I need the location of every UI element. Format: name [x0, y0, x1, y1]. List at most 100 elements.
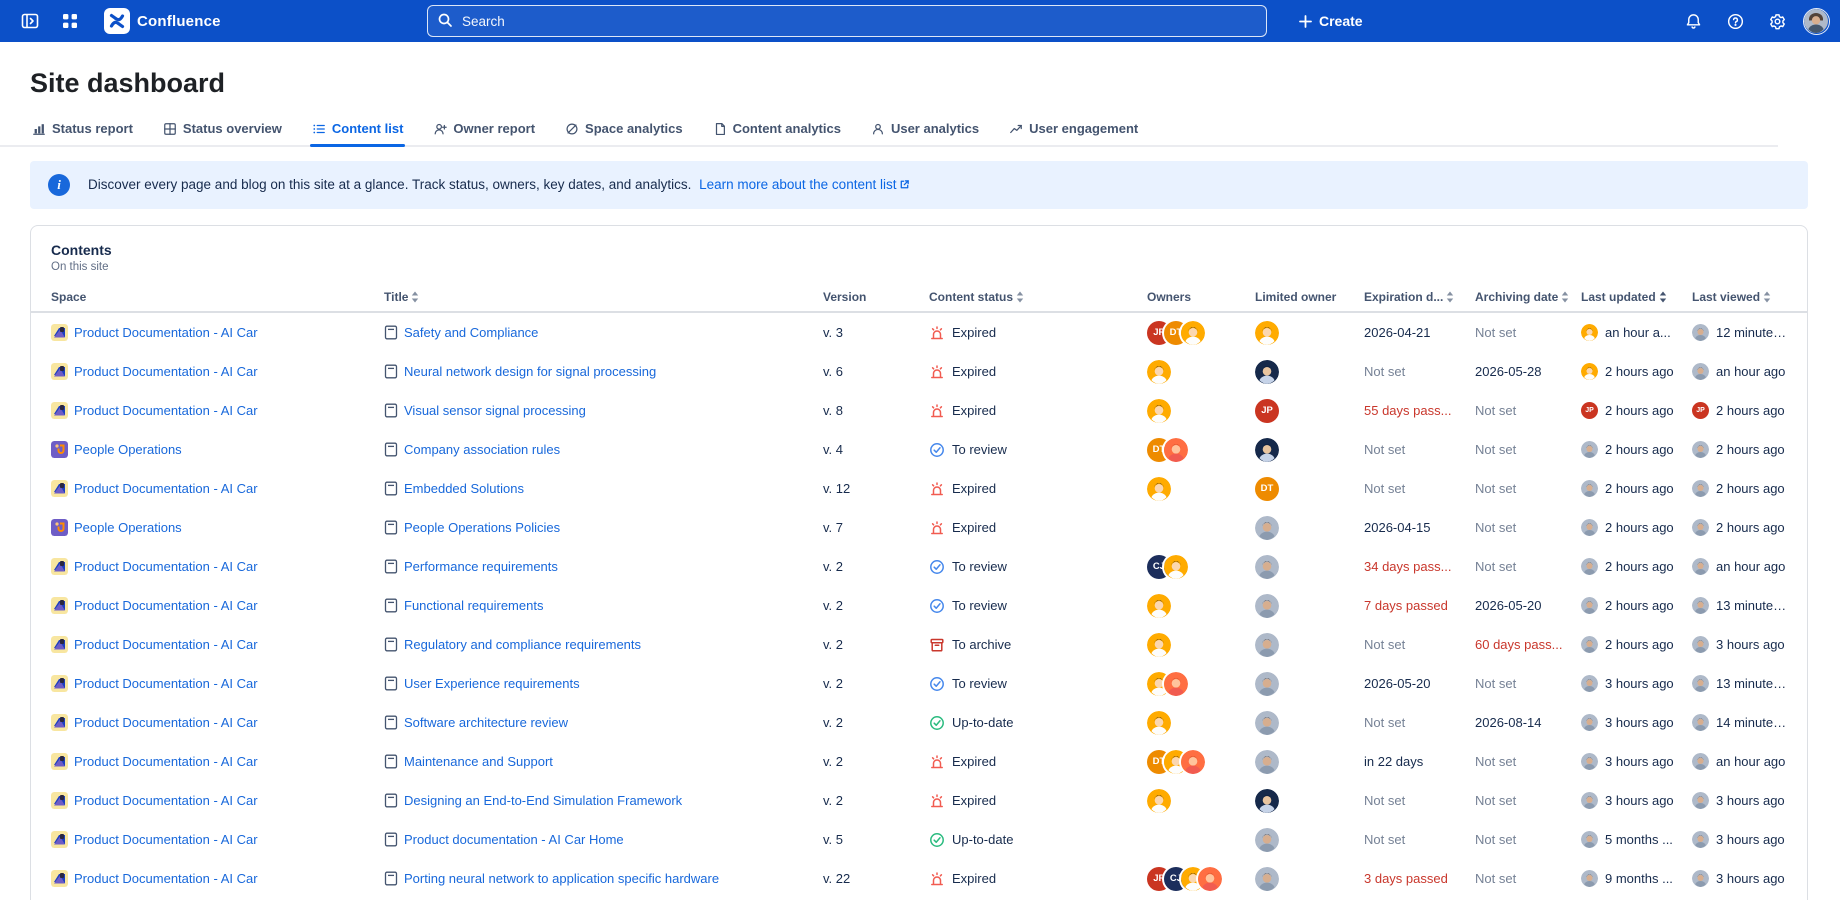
avatar-dt[interactable]: DT [1255, 477, 1279, 501]
avatar-navy[interactable] [1255, 438, 1279, 462]
tab-space-analytics[interactable]: Space analytics [563, 117, 685, 145]
avatar-photo[interactable] [1581, 753, 1598, 770]
avatar-photo[interactable] [1692, 558, 1709, 575]
avatar-photo[interactable] [1255, 750, 1279, 774]
avatar-photo[interactable] [1692, 753, 1709, 770]
avatar-photo[interactable] [1255, 633, 1279, 657]
page-title-link[interactable]: Designing an End-to-End Simulation Frame… [384, 793, 682, 808]
column-header-title[interactable]: Title [384, 290, 823, 304]
avatar-orange[interactable] [1147, 711, 1171, 735]
space-link[interactable]: Product Documentation - AI Car [51, 753, 258, 770]
space-link[interactable]: People Operations [51, 441, 182, 458]
avatar-photo[interactable] [1581, 831, 1598, 848]
create-button[interactable]: Create [1288, 5, 1373, 37]
avatar-photo[interactable] [1692, 792, 1709, 809]
help-icon[interactable] [1719, 5, 1751, 37]
space-link[interactable]: Product Documentation - AI Car [51, 792, 258, 809]
tab-status-report[interactable]: Status report [30, 117, 135, 145]
avatar-photo[interactable] [1692, 519, 1709, 536]
space-link[interactable]: Product Documentation - AI Car [51, 324, 258, 341]
page-title-link[interactable]: Porting neural network to application sp… [384, 871, 719, 886]
avatar-jp[interactable]: JP [1692, 402, 1709, 419]
avatar-photo[interactable] [1581, 597, 1598, 614]
page-title-link[interactable]: Maintenance and Support [384, 754, 553, 769]
column-header-content-status[interactable]: Content status [929, 290, 1147, 304]
page-title-link[interactable]: People Operations Policies [384, 520, 560, 535]
avatar-photo[interactable] [1255, 555, 1279, 579]
column-header-last-updated[interactable]: Last updated [1581, 290, 1692, 304]
page-title-link[interactable]: Product documentation - AI Car Home [384, 832, 624, 847]
space-link[interactable]: Product Documentation - AI Car [51, 480, 258, 497]
avatar-orange[interactable] [1147, 789, 1171, 813]
avatar-red[interactable] [1198, 867, 1222, 891]
avatar-photo[interactable] [1581, 441, 1598, 458]
avatar-photo[interactable] [1581, 792, 1598, 809]
avatar-navy[interactable] [1255, 360, 1279, 384]
avatar-photo[interactable] [1692, 636, 1709, 653]
avatar-photo[interactable] [1581, 519, 1598, 536]
avatar-photo[interactable] [1692, 714, 1709, 731]
space-link[interactable]: People Operations [51, 519, 182, 536]
page-title-link[interactable]: Company association rules [384, 442, 560, 457]
space-link[interactable]: Product Documentation - AI Car [51, 714, 258, 731]
search-input[interactable] [427, 5, 1267, 37]
page-title-link[interactable]: User Experience requirements [384, 676, 580, 691]
space-link[interactable]: Product Documentation - AI Car [51, 831, 258, 848]
space-link[interactable]: Product Documentation - AI Car [51, 558, 258, 575]
avatar-photo[interactable] [1692, 675, 1709, 692]
confluence-logo[interactable]: Confluence [104, 8, 221, 34]
avatar-photo[interactable] [1692, 597, 1709, 614]
avatar-photo[interactable] [1255, 867, 1279, 891]
page-title-link[interactable]: Neural network design for signal process… [384, 364, 656, 379]
avatar-photo[interactable] [1692, 480, 1709, 497]
avatar-photo[interactable] [1692, 831, 1709, 848]
sidebar-expand-icon[interactable] [14, 5, 46, 37]
avatar-photo[interactable] [1255, 594, 1279, 618]
avatar-red[interactable] [1164, 438, 1188, 462]
column-header-last-viewed[interactable]: Last viewed [1692, 290, 1788, 304]
page-title-link[interactable]: Software architecture review [384, 715, 568, 730]
tab-content-analytics[interactable]: Content analytics [711, 117, 843, 145]
space-link[interactable]: Product Documentation - AI Car [51, 402, 258, 419]
page-title-link[interactable]: Regulatory and compliance requirements [384, 637, 641, 652]
avatar-jp[interactable]: JP [1581, 402, 1598, 419]
avatar-orange[interactable] [1581, 363, 1598, 380]
page-title-link[interactable]: Embedded Solutions [384, 481, 524, 496]
space-link[interactable]: Product Documentation - AI Car [51, 636, 258, 653]
learn-more-link[interactable]: Learn more about the content list [699, 177, 910, 192]
avatar-photo[interactable] [1581, 714, 1598, 731]
avatar-orange[interactable] [1147, 594, 1171, 618]
avatar-orange[interactable] [1147, 399, 1171, 423]
avatar-photo[interactable] [1692, 324, 1709, 341]
avatar-orange[interactable] [1147, 360, 1171, 384]
avatar-orange[interactable] [1255, 321, 1279, 345]
avatar-photo[interactable] [1581, 480, 1598, 497]
tab-user-analytics[interactable]: User analytics [869, 117, 981, 145]
avatar-photo[interactable] [1255, 711, 1279, 735]
tab-user-engagement[interactable]: User engagement [1007, 117, 1140, 145]
avatar-orange[interactable] [1164, 555, 1188, 579]
avatar-jp[interactable]: JP [1255, 399, 1279, 423]
avatar-photo[interactable] [1581, 636, 1598, 653]
space-link[interactable]: Product Documentation - AI Car [51, 870, 258, 887]
avatar-red[interactable] [1181, 750, 1205, 774]
avatar-photo[interactable] [1255, 828, 1279, 852]
page-title-link[interactable]: Functional requirements [384, 598, 543, 613]
notifications-icon[interactable] [1677, 5, 1709, 37]
space-link[interactable]: Product Documentation - AI Car [51, 597, 258, 614]
page-title-link[interactable]: Visual sensor signal processing [384, 403, 586, 418]
avatar-photo[interactable] [1692, 363, 1709, 380]
tab-content-list[interactable]: Content list [310, 117, 406, 145]
avatar-navy[interactable] [1255, 789, 1279, 813]
profile-avatar[interactable] [1803, 8, 1830, 35]
page-title-link[interactable]: Performance requirements [384, 559, 558, 574]
avatar-photo[interactable] [1581, 558, 1598, 575]
app-switcher-icon[interactable] [54, 5, 86, 37]
avatar-photo[interactable] [1255, 672, 1279, 696]
space-link[interactable]: Product Documentation - AI Car [51, 363, 258, 380]
column-header-archiving-date[interactable]: Archiving date [1475, 290, 1581, 304]
settings-icon[interactable] [1761, 5, 1793, 37]
column-header-expiration-d[interactable]: Expiration d... [1364, 290, 1475, 304]
avatar-photo[interactable] [1255, 516, 1279, 540]
tab-owner-report[interactable]: Owner report [431, 117, 537, 145]
